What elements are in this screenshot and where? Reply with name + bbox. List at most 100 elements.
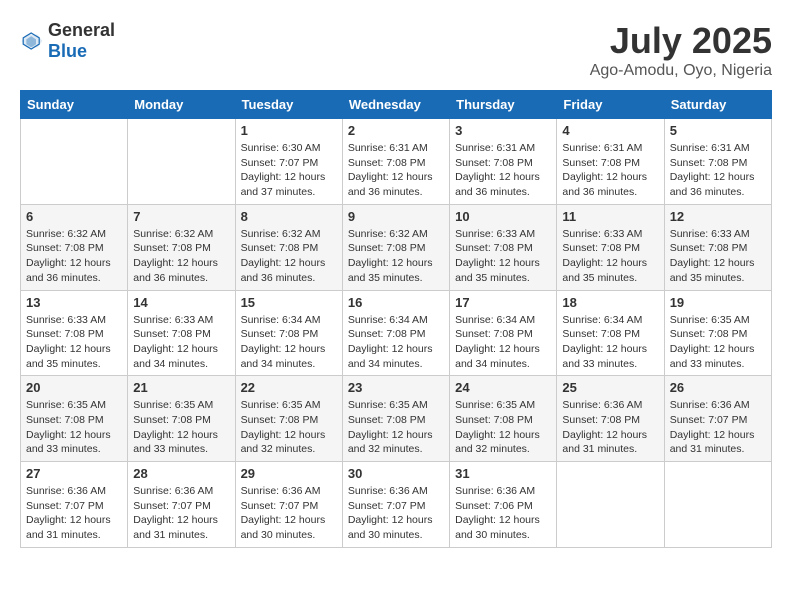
day-number: 16 [348,295,444,310]
day-number: 3 [455,123,551,138]
calendar-cell: 14 Sunrise: 6:33 AM Sunset: 7:08 PM Dayli… [128,290,235,376]
column-header-monday: Monday [128,91,235,119]
calendar-table: SundayMondayTuesdayWednesdayThursdayFrid… [20,90,772,548]
day-info: Sunrise: 6:35 AM Sunset: 7:08 PM Dayligh… [241,398,337,457]
column-header-sunday: Sunday [21,91,128,119]
column-header-friday: Friday [557,91,664,119]
day-info: Sunrise: 6:33 AM Sunset: 7:08 PM Dayligh… [670,227,766,286]
column-header-thursday: Thursday [450,91,557,119]
column-header-tuesday: Tuesday [235,91,342,119]
day-number: 12 [670,209,766,224]
day-info: Sunrise: 6:36 AM Sunset: 7:06 PM Dayligh… [455,484,551,543]
calendar-cell: 25Sunrise: 6:36 AM Sunset: 7:08 PM Dayli… [557,376,664,462]
calendar-cell: 22 Sunrise: 6:35 AM Sunset: 7:08 PM Dayli… [235,376,342,462]
calendar-cell: 18 Sunrise: 6:34 AM Sunset: 7:08 PM Dayli… [557,290,664,376]
day-info: Sunrise: 6:34 AM Sunset: 7:08 PM Dayligh… [455,313,551,372]
column-header-saturday: Saturday [664,91,771,119]
day-number: 30 [348,466,444,481]
page-header: General Blue July 2025 Ago-Amodu, Oyo, N… [20,20,772,80]
day-info: Sunrise: 6:31 AM Sunset: 7:08 PM Dayligh… [562,141,658,200]
day-info: Sunrise: 6:36 AM Sunset: 7:07 PM Dayligh… [26,484,122,543]
calendar-cell: 30 Sunrise: 6:36 AM Sunset: 7:07 PM Dayli… [342,462,449,548]
calendar-cell: 20Sunrise: 6:35 AM Sunset: 7:08 PM Dayli… [21,376,128,462]
calendar-cell: 11Sunrise: 6:33 AM Sunset: 7:08 PM Dayli… [557,204,664,290]
day-info: Sunrise: 6:36 AM Sunset: 7:07 PM Dayligh… [133,484,229,543]
calendar-cell: 23 Sunrise: 6:35 AM Sunset: 7:08 PM Dayli… [342,376,449,462]
day-number: 1 [241,123,337,138]
logo-general: General [48,20,115,40]
day-number: 6 [26,209,122,224]
calendar-cell: 7Sunrise: 6:32 AM Sunset: 7:08 PM Daylig… [128,204,235,290]
day-number: 10 [455,209,551,224]
day-number: 18 [562,295,658,310]
day-info: Sunrise: 6:32 AM Sunset: 7:08 PM Dayligh… [241,227,337,286]
day-info: Sunrise: 6:32 AM Sunset: 7:08 PM Dayligh… [348,227,444,286]
day-number: 17 [455,295,551,310]
day-info: Sunrise: 6:35 AM Sunset: 7:08 PM Dayligh… [26,398,122,457]
header-row: SundayMondayTuesdayWednesdayThursdayFrid… [21,91,772,119]
calendar-cell: 21 Sunrise: 6:35 AM Sunset: 7:08 PM Dayli… [128,376,235,462]
calendar-header: SundayMondayTuesdayWednesdayThursdayFrid… [21,91,772,119]
calendar-cell [557,462,664,548]
day-info: Sunrise: 6:35 AM Sunset: 7:08 PM Dayligh… [455,398,551,457]
calendar-cell: 29 Sunrise: 6:36 AM Sunset: 7:07 PM Dayli… [235,462,342,548]
day-info: Sunrise: 6:36 AM Sunset: 7:07 PM Dayligh… [241,484,337,543]
day-number: 23 [348,380,444,395]
day-info: Sunrise: 6:33 AM Sunset: 7:08 PM Dayligh… [562,227,658,286]
day-number: 9 [348,209,444,224]
day-number: 4 [562,123,658,138]
calendar-cell: 19Sunrise: 6:35 AM Sunset: 7:08 PM Dayli… [664,290,771,376]
day-info: Sunrise: 6:34 AM Sunset: 7:08 PM Dayligh… [562,313,658,372]
day-number: 13 [26,295,122,310]
day-info: Sunrise: 6:35 AM Sunset: 7:08 PM Dayligh… [348,398,444,457]
day-number: 14 [133,295,229,310]
logo: General Blue [20,20,115,62]
day-number: 8 [241,209,337,224]
column-header-wednesday: Wednesday [342,91,449,119]
day-number: 25 [562,380,658,395]
day-number: 2 [348,123,444,138]
day-info: Sunrise: 6:31 AM Sunset: 7:08 PM Dayligh… [455,141,551,200]
calendar-cell: 10 Sunrise: 6:33 AM Sunset: 7:08 PM Dayli… [450,204,557,290]
calendar-body: 1 Sunrise: 6:30 AM Sunset: 7:07 PM Daylig… [21,119,772,548]
calendar-cell: 12 Sunrise: 6:33 AM Sunset: 7:08 PM Dayli… [664,204,771,290]
day-info: Sunrise: 6:36 AM Sunset: 7:07 PM Dayligh… [670,398,766,457]
day-number: 19 [670,295,766,310]
day-number: 21 [133,380,229,395]
day-info: Sunrise: 6:34 AM Sunset: 7:08 PM Dayligh… [348,313,444,372]
calendar-cell: 15Sunrise: 6:34 AM Sunset: 7:08 PM Dayli… [235,290,342,376]
calendar-cell: 1 Sunrise: 6:30 AM Sunset: 7:07 PM Daylig… [235,119,342,205]
day-number: 24 [455,380,551,395]
day-info: Sunrise: 6:32 AM Sunset: 7:08 PM Dayligh… [26,227,122,286]
month-title: July 2025 [590,20,772,62]
day-info: Sunrise: 6:31 AM Sunset: 7:08 PM Dayligh… [348,141,444,200]
calendar-cell: 28 Sunrise: 6:36 AM Sunset: 7:07 PM Dayli… [128,462,235,548]
day-info: Sunrise: 6:36 AM Sunset: 7:07 PM Dayligh… [348,484,444,543]
logo-blue: Blue [48,41,87,61]
calendar-cell [21,119,128,205]
calendar-cell: 6 Sunrise: 6:32 AM Sunset: 7:08 PM Daylig… [21,204,128,290]
day-info: Sunrise: 6:33 AM Sunset: 7:08 PM Dayligh… [455,227,551,286]
calendar-cell: 16 Sunrise: 6:34 AM Sunset: 7:08 PM Dayli… [342,290,449,376]
calendar-cell: 2 Sunrise: 6:31 AM Sunset: 7:08 PM Daylig… [342,119,449,205]
location: Ago-Amodu, Oyo, Nigeria [590,62,772,80]
day-number: 29 [241,466,337,481]
calendar-cell: 9 Sunrise: 6:32 AM Sunset: 7:08 PM Daylig… [342,204,449,290]
calendar-cell: 5Sunrise: 6:31 AM Sunset: 7:08 PM Daylig… [664,119,771,205]
day-info: Sunrise: 6:32 AM Sunset: 7:08 PM Dayligh… [133,227,229,286]
title-block: July 2025 Ago-Amodu, Oyo, Nigeria [590,20,772,80]
calendar-cell [664,462,771,548]
calendar-cell: 24 Sunrise: 6:35 AM Sunset: 7:08 PM Dayli… [450,376,557,462]
calendar-cell: 3 Sunrise: 6:31 AM Sunset: 7:08 PM Daylig… [450,119,557,205]
day-info: Sunrise: 6:30 AM Sunset: 7:07 PM Dayligh… [241,141,337,200]
day-info: Sunrise: 6:35 AM Sunset: 7:08 PM Dayligh… [133,398,229,457]
week-row-2: 6 Sunrise: 6:32 AM Sunset: 7:08 PM Daylig… [21,204,772,290]
day-number: 22 [241,380,337,395]
week-row-4: 20Sunrise: 6:35 AM Sunset: 7:08 PM Dayli… [21,376,772,462]
logo-text-block: General Blue [48,20,115,62]
day-number: 31 [455,466,551,481]
calendar-cell: 17 Sunrise: 6:34 AM Sunset: 7:08 PM Dayli… [450,290,557,376]
day-info: Sunrise: 6:33 AM Sunset: 7:08 PM Dayligh… [133,313,229,372]
day-number: 28 [133,466,229,481]
week-row-5: 27Sunrise: 6:36 AM Sunset: 7:07 PM Dayli… [21,462,772,548]
